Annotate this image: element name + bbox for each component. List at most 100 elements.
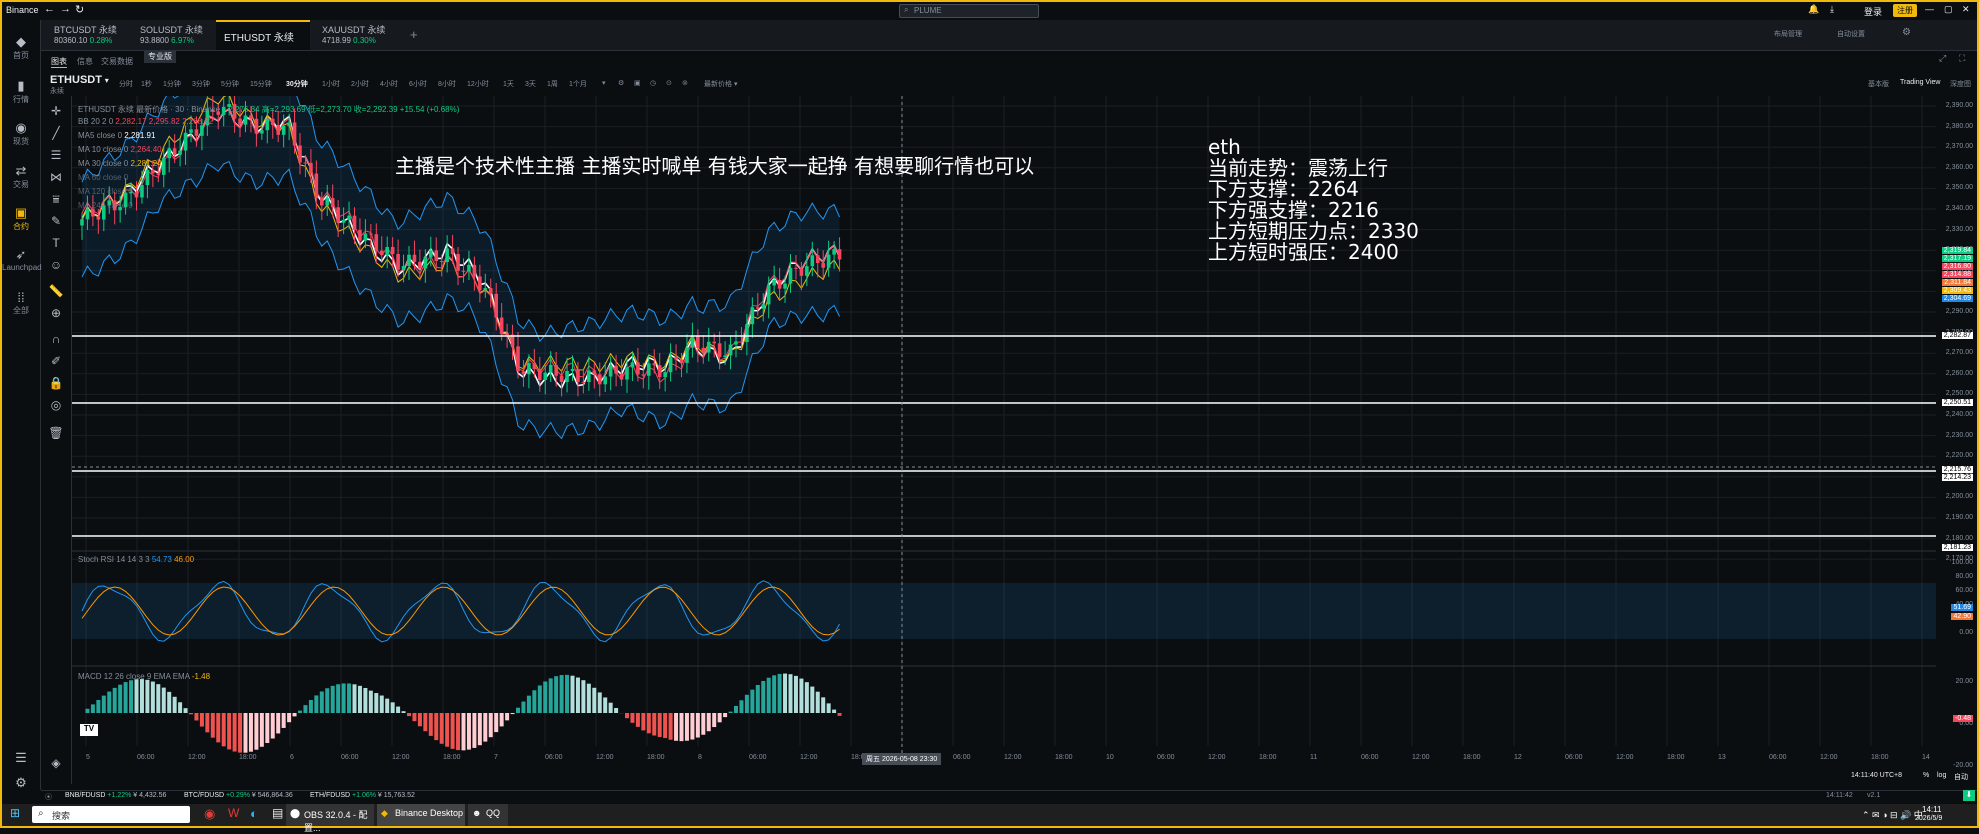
maximize-icon[interactable]: ▢ [1944, 4, 1953, 15]
pro-badge[interactable]: 专业版 [144, 50, 176, 63]
refresh-icon[interactable]: ↻ [75, 3, 84, 16]
taskbar-search[interactable]: ⌕ 搜索 [32, 806, 190, 823]
login-link[interactable]: 登录 [1864, 5, 1882, 18]
timeframe-10[interactable]: 6小时 [409, 79, 427, 89]
toolbar-icon-2[interactable]: ▣ [634, 79, 641, 87]
tab-btcusdt[interactable]: BTCUSDT 永续 80360.10 0.28% [46, 20, 130, 50]
tab-solusdt[interactable]: SOLUSDT 永续 93.8800 6.97% [132, 20, 216, 50]
toolbar-icon-0[interactable]: ▾ [602, 79, 606, 87]
hlines-icon[interactable]: ☰ [41, 148, 71, 162]
ruler-icon[interactable]: 📏 [41, 284, 71, 298]
tab-chart[interactable]: 图表 [51, 56, 67, 68]
brush-icon[interactable]: ✎ [41, 214, 71, 228]
taskbar-app-qq[interactable]: ☻QQ [468, 804, 508, 826]
tab-xauusdt[interactable]: XAUUSDT 永续 4718.99 0.30% [314, 20, 398, 50]
price-axis[interactable]: 2,390.002,380.002,370.002,360.002,350.00… [1936, 96, 1977, 756]
text-icon[interactable]: T [41, 236, 71, 250]
tab-ethusdt[interactable]: ETHUSDT 永续 [216, 20, 310, 50]
view-depth[interactable]: 深度图 [1950, 79, 1971, 89]
time-axis[interactable]: 506:0012:0018:00606:0012:0018:00706:0012… [72, 754, 1936, 764]
nav-spot[interactable]: ◉现货 [2, 120, 40, 147]
view-basic[interactable]: 基本版 [1868, 79, 1889, 89]
fib-icon[interactable]: ⩸ [41, 192, 71, 207]
windows-start-icon[interactable]: ⊞ [10, 806, 20, 820]
toolbar-icon-5[interactable]: ⊚ [682, 79, 688, 87]
nav-launchpad[interactable]: ➶Launchpad [2, 247, 40, 272]
bb-values: 2,282.17 2,295.82 2,268.52 [115, 117, 213, 126]
toolbar-icon-3[interactable]: ◷ [650, 79, 656, 87]
explorer-icon[interactable]: ▤ [272, 806, 283, 820]
settings-icon[interactable]: ⚙ [1902, 27, 1911, 38]
candle-body [614, 366, 618, 374]
timeframe-2[interactable]: 1分钟 [163, 79, 181, 89]
magnet-icon[interactable]: ∩ [41, 332, 71, 346]
timeframe-3[interactable]: 3分钟 [192, 79, 210, 89]
nav-markets[interactable]: ▮行情 [2, 78, 40, 105]
timeframe-9[interactable]: 4小时 [380, 79, 398, 89]
add-tab-icon[interactable]: + [410, 27, 418, 42]
timeframe-12[interactable]: 12小时 [467, 79, 489, 89]
pattern-icon[interactable]: ⋈ [41, 170, 71, 184]
view-tradingview[interactable]: Trading View [1900, 79, 1940, 86]
timeframe-13[interactable]: 1天 [503, 79, 514, 89]
layout-manage[interactable]: 布局管理 [1774, 29, 1802, 39]
price-type-select[interactable]: 最新价格 ▾ [704, 79, 737, 89]
scale-percent[interactable]: % [1923, 772, 1929, 779]
forward-icon[interactable]: → [60, 3, 71, 15]
timeframe-14[interactable]: 3天 [525, 79, 536, 89]
taskbar-app-obs[interactable]: ⬤OBS 32.0.4 - 配置... [286, 804, 374, 826]
lock-icon[interactable]: 🔒 [41, 376, 71, 390]
toolbar-icon-1[interactable]: ⚙ [618, 79, 624, 87]
download-icon[interactable]: ⤓ [1830, 4, 1834, 15]
back-icon[interactable]: ← [44, 3, 55, 15]
auto-settings[interactable]: 自动设置 [1837, 29, 1865, 39]
nav-home[interactable]: ◆首页 [2, 34, 40, 61]
list-icon[interactable]: ☰ [2, 750, 40, 766]
taskbar-app-binance[interactable]: ◆Binance Desktop [377, 804, 465, 826]
settings-gear-icon[interactable]: ⚙ [2, 775, 40, 791]
tab-info[interactable]: 信息 [77, 56, 93, 67]
connection-icon[interactable]: ⬇ [1963, 790, 1975, 801]
timeframe-16[interactable]: 1个月 [569, 79, 587, 89]
zoom-in-icon[interactable]: ⊕ [41, 306, 71, 320]
crosshair-icon[interactable]: ✛ [41, 104, 71, 118]
timeframe-8[interactable]: 2小时 [351, 79, 369, 89]
fullscreen-icon[interactable]: ⛶ [1959, 53, 1965, 64]
timeframe-0[interactable]: 分时 [119, 79, 133, 89]
close-icon[interactable]: ✕ [1962, 4, 1970, 15]
chrome-icon[interactable]: ◉ [204, 806, 215, 822]
bell-icon[interactable]: 🔔 [1808, 4, 1819, 15]
price-chart[interactable] [72, 96, 1936, 756]
search-box[interactable]: ⌕ PLUME [899, 4, 1039, 18]
tray-icons[interactable]: ⌃ ✉ ◑ ⊟ 🔊 中 [1862, 808, 1923, 821]
nav-trade[interactable]: ⇄交易 [2, 163, 40, 190]
scale-auto[interactable]: 自动 [1954, 772, 1968, 782]
eye-icon[interactable]: ◎ [41, 398, 71, 412]
timeframe-11[interactable]: 8小时 [438, 79, 456, 89]
timeframe-1[interactable]: 1秒 [141, 79, 152, 89]
timeframe-5[interactable]: 15分钟 [250, 79, 272, 89]
lock-draw-icon[interactable]: ✐ [41, 354, 71, 368]
timeframe-15[interactable]: 1周 [547, 79, 558, 89]
timeframe-6[interactable]: 30分钟 [286, 79, 308, 89]
ticker-item[interactable]: BTC/FDUSD +0.29% ¥ 546,864.36 [184, 792, 293, 799]
tab-trading-data[interactable]: 交易数据 [101, 56, 133, 67]
emoji-icon[interactable]: ☺ [41, 258, 71, 272]
trendline-icon[interactable]: ╱ [41, 126, 71, 140]
timeframe-7[interactable]: 1小时 [322, 79, 340, 89]
expand-icon[interactable]: ⤢ [1939, 53, 1946, 64]
scale-log[interactable]: log [1937, 772, 1946, 779]
register-button[interactable]: 注册 [1893, 4, 1917, 17]
trash-icon[interactable]: 🗑 [41, 426, 71, 440]
minimize-icon[interactable]: — [1925, 4, 1934, 14]
layers-icon[interactable]: ◈ [41, 756, 71, 770]
wps-icon[interactable]: W [228, 806, 239, 820]
ticker-item[interactable]: BNB/FDUSD +1.22% ¥ 4,432.56 [65, 792, 166, 799]
nav-futures[interactable]: ▣合约 [2, 205, 40, 232]
candle-body [353, 216, 357, 230]
toolbar-icon-4[interactable]: ⊙ [666, 79, 672, 87]
ticker-item[interactable]: ETH/FDUSD +1.06% ¥ 15,763.52 [310, 792, 415, 799]
timeframe-4[interactable]: 5分钟 [221, 79, 239, 89]
edge-icon[interactable]: ◐ [250, 806, 258, 821]
nav-all[interactable]: ⁞⁞全部 [2, 290, 40, 316]
